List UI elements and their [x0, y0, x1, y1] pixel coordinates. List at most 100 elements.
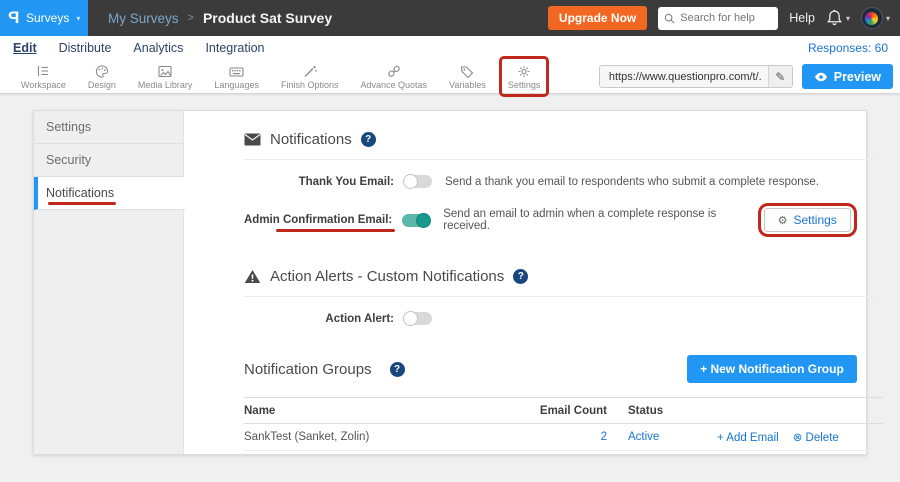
tab-integration[interactable]: Integration	[194, 41, 275, 55]
action-alert-label: Action Alert:	[244, 313, 394, 325]
preview-label: Preview	[834, 70, 881, 84]
delete-link[interactable]: ⊗ Delete	[793, 432, 839, 444]
settings-panel: Settings Security Notifications Notifica…	[33, 110, 867, 455]
toolbar-label: Media Library	[138, 80, 193, 90]
help-question-icon[interactable]: ?	[390, 362, 405, 377]
sidebar-item-settings[interactable]: Settings	[34, 111, 183, 144]
help-link[interactable]: Help	[789, 11, 815, 25]
eye-icon	[814, 72, 828, 82]
responses-count[interactable]: Responses: 60	[808, 41, 888, 55]
tab-analytics[interactable]: Analytics	[122, 41, 194, 55]
action-alert-row: Action Alert:	[244, 312, 883, 325]
toolbar-label: Settings	[508, 80, 541, 90]
sidebar-item-security[interactable]: Security	[34, 144, 183, 177]
toolbar-label: Design	[88, 80, 116, 90]
topbar-actions: Upgrade Now Help ▾ ▾	[548, 6, 900, 30]
sidebar-item-notifications[interactable]: Notifications	[34, 177, 185, 210]
questionpro-logo-icon: P	[8, 8, 19, 28]
annotation-settings-button-box: ⚙ Settings	[758, 203, 857, 237]
edit-toolbar: Workspace Design Media Library Languages…	[0, 60, 900, 94]
keyboard-icon	[228, 64, 245, 79]
toolbar-settings[interactable]: Settings	[497, 60, 552, 94]
toolbar-advance-quotas[interactable]: Advance Quotas	[349, 60, 438, 94]
account-menu[interactable]: ▾	[861, 7, 890, 29]
new-notification-group-button[interactable]: + New Notification Group	[687, 355, 857, 383]
breadcrumb-my-surveys[interactable]: My Surveys	[108, 11, 179, 26]
toolbar-media-library[interactable]: Media Library	[127, 60, 204, 94]
toolbar-languages[interactable]: Languages	[203, 60, 270, 94]
page-title: Product Sat Survey	[203, 10, 332, 26]
survey-nav: Edit Distribute Analytics Integration Re…	[0, 36, 900, 60]
delete-circle-icon: ⊗	[793, 430, 803, 444]
table-row: SankTest (Sanket, Zolin) 2 Active + Add …	[244, 424, 883, 451]
section-title: Action Alerts - Custom Notifications	[270, 268, 504, 285]
delete-label: Delete	[806, 432, 839, 444]
toolbar-workspace[interactable]: Workspace	[10, 60, 77, 94]
palette-icon	[94, 64, 110, 79]
admin-email-settings-button[interactable]: ⚙ Settings	[764, 208, 851, 232]
toolbar-finish-options[interactable]: Finish Options	[270, 60, 350, 94]
notifications-section-header: Notifications ?	[244, 131, 883, 148]
section-title: Notification Groups	[244, 361, 372, 378]
image-icon	[157, 64, 173, 79]
workspace-icon	[35, 64, 51, 79]
thank-you-email-row: Thank You Email: Send a thank you email …	[244, 175, 883, 188]
upgrade-now-button[interactable]: Upgrade Now	[548, 6, 647, 30]
breadcrumb: My Surveys > Product Sat Survey	[108, 10, 332, 26]
header-name: Name	[244, 405, 497, 417]
survey-url-text: https://www.questionpro.com/t/.	[600, 71, 768, 83]
edit-url-pencil-icon[interactable]: ✎	[768, 66, 792, 87]
toolbar-label: Advance Quotas	[360, 80, 427, 90]
breadcrumb-separator: >	[188, 12, 194, 24]
action-alert-toggle[interactable]	[404, 312, 432, 325]
notifications-content: Notifications ? Thank You Email: Send a …	[184, 111, 891, 454]
avatar	[861, 7, 883, 29]
admin-confirmation-email-label: Admin Confirmation Email:	[244, 214, 392, 226]
status-link[interactable]: Active	[628, 431, 659, 443]
admin-confirmation-email-toggle[interactable]	[402, 214, 430, 227]
annotation-admin-email-underline	[276, 229, 395, 233]
toolbar-variables[interactable]: Variables	[438, 60, 497, 94]
settings-sidebar: Settings Security Notifications	[34, 111, 184, 454]
notification-groups-table: Name Email Count Status SankTest (Sanket…	[244, 397, 883, 451]
search-icon	[664, 13, 675, 24]
tab-edit[interactable]: Edit	[2, 41, 48, 55]
tab-distribute[interactable]: Distribute	[48, 41, 123, 55]
gear-icon	[516, 64, 532, 79]
toolbar-design[interactable]: Design	[77, 60, 127, 94]
search-input[interactable]	[680, 12, 770, 24]
add-email-link[interactable]: + Add Email	[717, 432, 779, 444]
toolbar-label: Workspace	[21, 80, 66, 90]
chain-links-icon	[386, 64, 402, 79]
magic-wand-icon	[302, 64, 318, 79]
surveys-menu[interactable]: P Surveys ▾	[0, 0, 88, 36]
group-name: SankTest (Sanket, Zolin)	[244, 431, 497, 443]
toolbar-label: Finish Options	[281, 80, 339, 90]
action-alerts-section-header: Action Alerts - Custom Notifications ?	[244, 268, 883, 285]
divider	[244, 159, 883, 160]
section-title: Notifications	[270, 131, 352, 148]
thank-you-email-desc: Send a thank you email to respondents wh…	[445, 176, 819, 188]
divider	[244, 296, 883, 297]
help-question-icon[interactable]: ?	[361, 132, 376, 147]
chevron-down-icon: ▾	[846, 14, 850, 23]
toolbar-label: Languages	[214, 80, 259, 90]
label-text: Admin Confirmation Email:	[244, 214, 392, 226]
chevron-down-icon: ▾	[76, 14, 80, 23]
top-bar: P Surveys ▾ My Surveys > Product Sat Sur…	[0, 0, 900, 36]
notifications-bell-menu[interactable]: ▾	[826, 9, 850, 27]
preview-button[interactable]: Preview	[802, 64, 893, 89]
sidebar-item-label: Notifications	[46, 186, 114, 200]
help-question-icon[interactable]: ?	[513, 269, 528, 284]
help-search[interactable]	[658, 7, 778, 30]
table-header-row: Name Email Count Status	[244, 397, 883, 424]
toolbar-right: https://www.questionpro.com/t/. ✎ Previe…	[599, 64, 893, 89]
chevron-down-icon: ▾	[886, 14, 890, 23]
gear-icon: ⚙	[778, 214, 788, 227]
toggle-knob	[403, 174, 418, 189]
admin-confirmation-email-desc: Send an email to admin when a complete r…	[443, 208, 757, 232]
toggle-knob	[416, 213, 431, 228]
thank-you-email-toggle[interactable]	[404, 175, 432, 188]
warning-triangle-icon	[244, 269, 261, 284]
survey-url-field[interactable]: https://www.questionpro.com/t/. ✎	[599, 65, 793, 88]
